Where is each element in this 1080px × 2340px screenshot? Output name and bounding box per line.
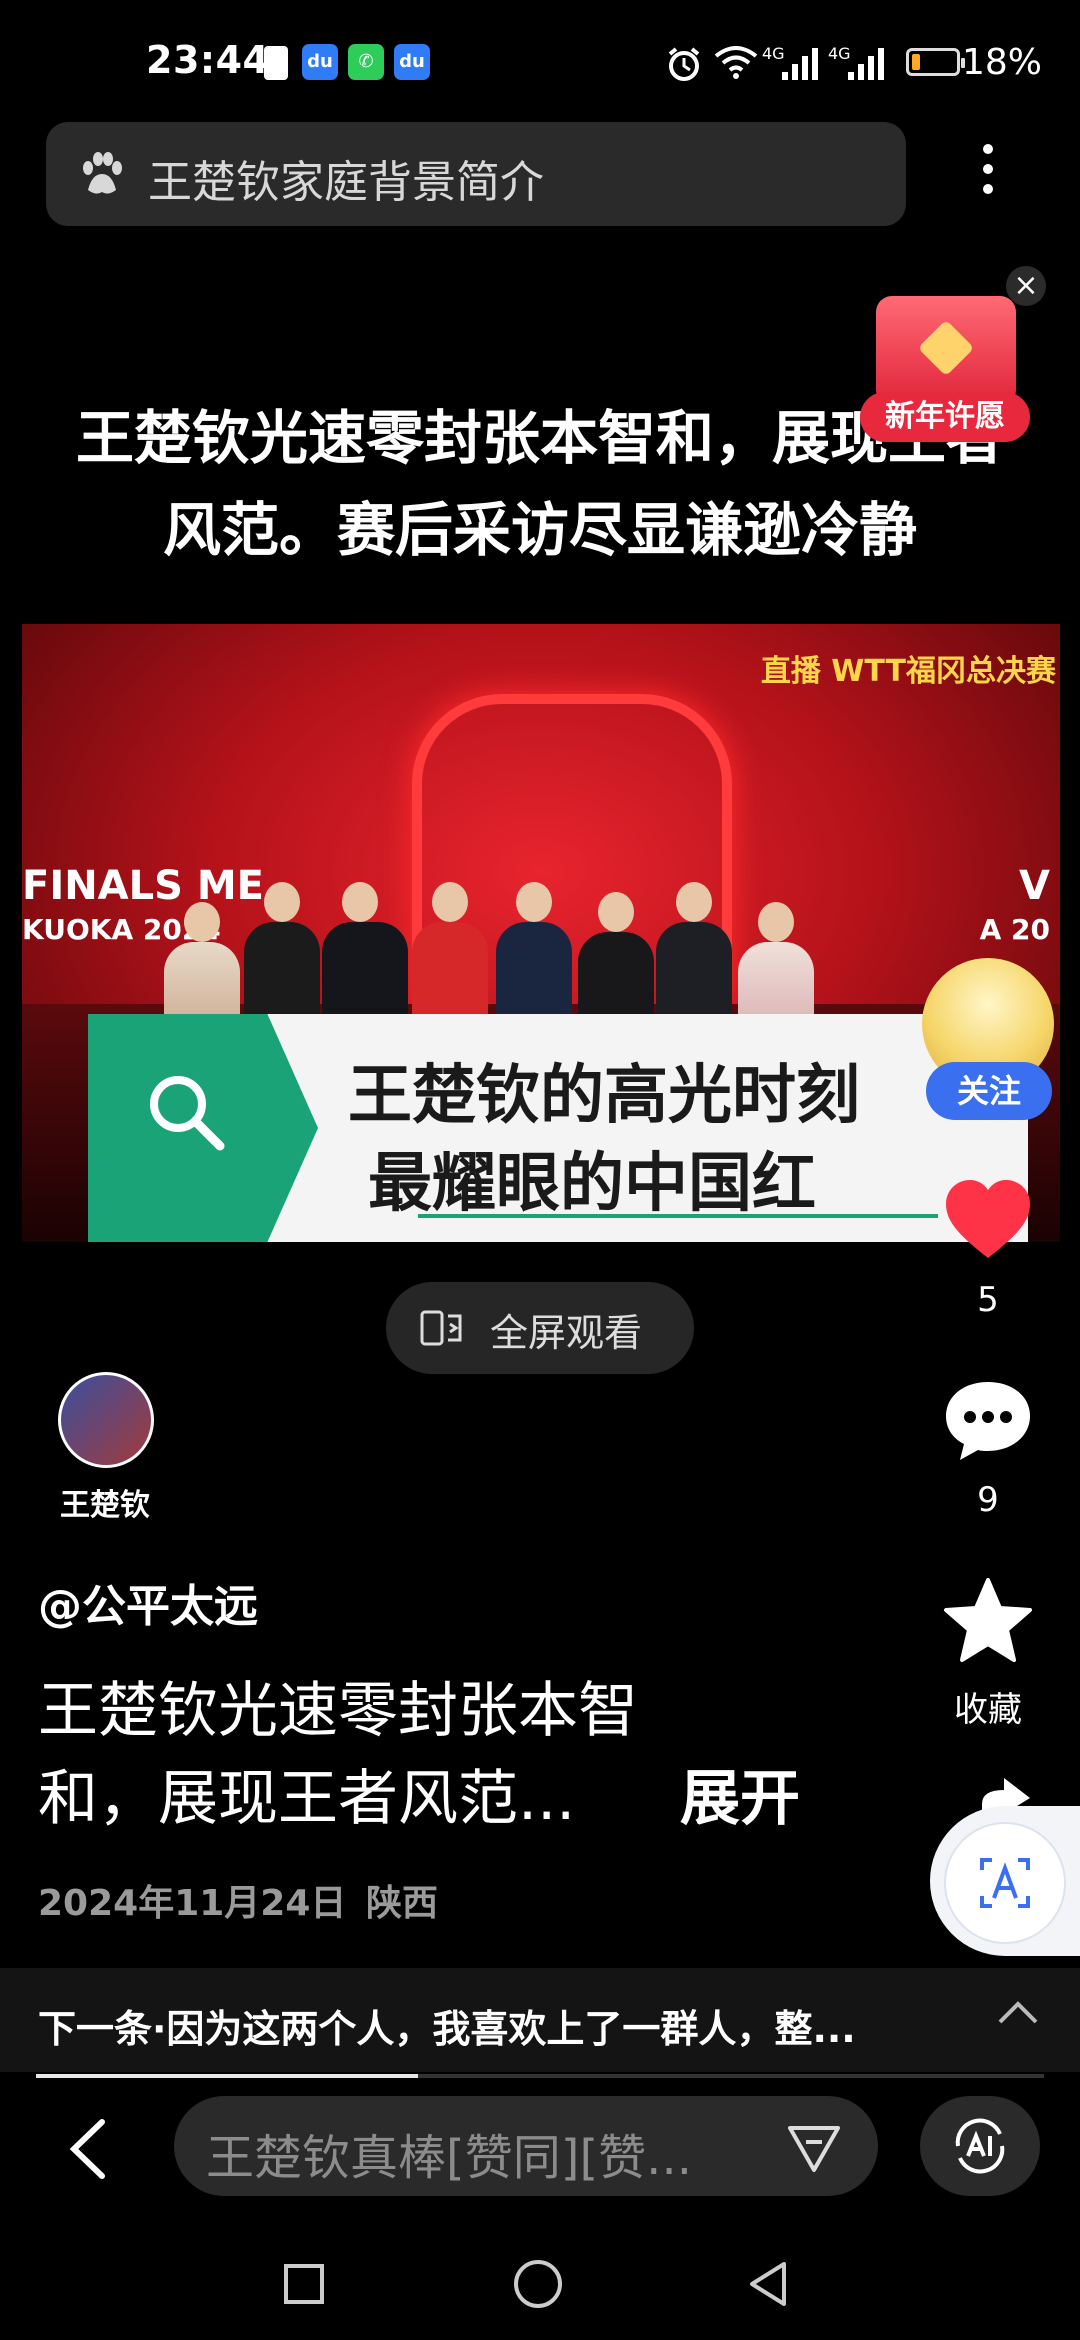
comment-placeholder: 王楚钦真棒[赞同][赞...: [206, 2130, 692, 2186]
back-nav-button[interactable]: [744, 2258, 792, 2310]
caption-line-1: 王楚钦的高光时刻: [348, 1059, 860, 1133]
search-icon: [150, 1076, 225, 1151]
favorite-label: 收藏: [954, 1690, 1022, 1730]
stage-text-right-2: A 20: [979, 913, 1050, 946]
recent-apps-button[interactable]: [284, 2264, 324, 2304]
fullscreen-button[interactable]: 全屏观看: [386, 1282, 694, 1374]
send-icon[interactable]: [786, 2122, 842, 2174]
search-bar[interactable]: 王楚钦家庭背景简介: [46, 122, 906, 226]
next-video-text: 下一条·因为这两个人，我喜欢上了一群人，整...: [38, 2007, 856, 2051]
fullscreen-label: 全屏观看: [490, 1311, 643, 1355]
post-description-line-2: 和，展现王者风范...: [38, 1764, 576, 1834]
stage-text-left-2: KUOKA 2024: [22, 913, 221, 946]
post-description-line-1: 王楚钦光速零封张本智: [38, 1676, 638, 1746]
home-button[interactable]: [514, 2260, 562, 2308]
live-tag: 直播 WTT福冈总决赛: [760, 654, 1056, 689]
promo-label: 新年许愿: [860, 392, 1030, 442]
stage-text-right-1: V: [1019, 863, 1050, 909]
signal-icon-1: [782, 48, 818, 80]
baidu-app-icon: du: [302, 44, 338, 80]
chevron-up-icon[interactable]: [996, 1998, 1040, 2028]
wechat-icon: ✆: [348, 44, 384, 80]
wifi-icon: [714, 46, 758, 79]
caption-underline: [418, 1214, 938, 1218]
translate-icon: [980, 1858, 1030, 1908]
expand-link[interactable]: 展开: [680, 1752, 800, 1846]
comment-input[interactable]: 王楚钦真棒[赞同][赞...: [174, 2096, 878, 2196]
clock: 23:44: [146, 38, 270, 82]
headline-line-2: 风范。赛后采访尽显谦逊冷静: [162, 496, 917, 564]
fullscreen-icon: [420, 1310, 462, 1346]
back-icon[interactable]: [66, 2116, 110, 2182]
alarm-icon: [668, 47, 700, 81]
like-count: 5: [977, 1280, 999, 1320]
stage-text-left-1: FINALS ME: [22, 863, 264, 909]
translate-float-button[interactable]: [930, 1806, 1080, 1956]
comment-count: 9: [977, 1480, 999, 1520]
ai-button[interactable]: [920, 2096, 1040, 2196]
post-date: 2024年11月24日: [38, 1883, 347, 1924]
video-progress-fill: [36, 2074, 418, 2078]
status-bar: 23:44 du ✆ du 4G 4G 18%: [0, 0, 1080, 130]
new-year-wish-promo[interactable]: 新年许愿: [860, 296, 1030, 446]
post-location: 陕西: [366, 1883, 439, 1924]
ai-icon: [955, 2118, 1005, 2174]
stage-text-left: FINALS ME KUOKA 2024: [22, 864, 264, 952]
battery-alert-icon: [264, 46, 288, 80]
baidu-app-icon-2: du: [394, 44, 430, 80]
stage-text-right: V A 20: [980, 864, 1050, 952]
system-nav-bar: [0, 2240, 1080, 2340]
heart-icon[interactable]: [940, 1172, 1036, 1268]
translate-circle: [944, 1822, 1066, 1944]
next-video-bar[interactable]: 下一条·因为这两个人，我喜欢上了一群人，整...: [0, 1968, 1080, 2072]
comment-icon[interactable]: [940, 1372, 1036, 1468]
more-icon[interactable]: [968, 138, 1008, 202]
signal-icon-2: [848, 48, 884, 80]
battery-percent: 18%: [961, 42, 1042, 83]
caption-line-2: 最耀眼的中国红: [368, 1147, 816, 1221]
post-handle[interactable]: @公平太远: [38, 1570, 258, 1634]
author-name[interactable]: 王楚钦: [40, 1480, 170, 1524]
author-avatar[interactable]: [58, 1372, 154, 1468]
video-player[interactable]: FINALS ME KUOKA 2024 V A 20 直播 WTT福冈总决赛 …: [22, 624, 1060, 1242]
battery-icon: [906, 48, 965, 76]
star-icon[interactable]: [940, 1574, 1036, 1670]
follow-button[interactable]: 关注: [926, 1062, 1052, 1120]
search-query: 王楚钦家庭背景简介: [148, 157, 544, 208]
paw-icon: [83, 152, 122, 194]
video-caption-card: 王楚钦的高光时刻 最耀眼的中国红: [88, 1014, 1028, 1242]
